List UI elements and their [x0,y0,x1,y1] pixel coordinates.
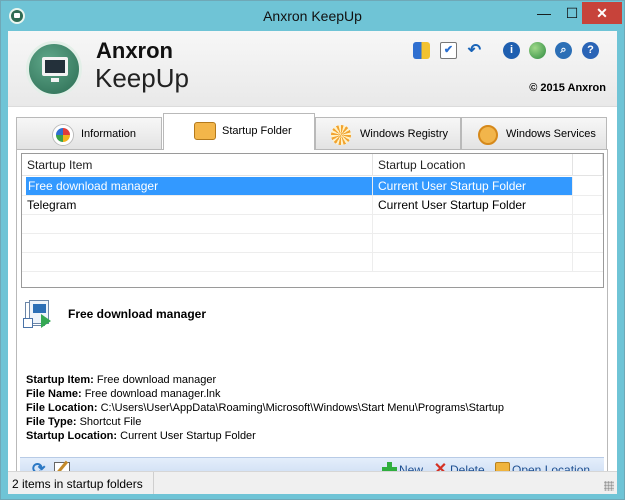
information-icon [53,125,73,145]
tab-information[interactable]: Information [16,117,162,149]
cell-empty [22,234,373,252]
tab-startup-folder[interactable]: Startup Folder [163,113,315,150]
tab-windows-registry[interactable]: Windows Registry [315,117,461,149]
app-header: Anxron KeepUp ✔ ↶ i ⌕ ? © 2015 Anxron [8,31,617,107]
undo-icon[interactable]: ↶ [466,42,483,59]
shield-icon[interactable] [413,42,430,59]
status-bar: 2 items in startup folders [8,471,617,494]
tab-label: Startup Folder [222,125,292,137]
tab-label: Windows Services [506,128,596,140]
cell-empty [373,234,573,252]
detail-value: Shortcut File [79,416,142,428]
detail-startup-item: Startup Item: Free download manager [26,374,216,386]
brand-name: Anxron [96,38,173,63]
tab-label: Information [81,128,137,140]
detail-file-type: File Type: Shortcut File [26,416,141,428]
empty-row [22,234,603,253]
column-header-startup-location[interactable]: Startup Location [373,154,573,176]
shortcut-file-icon [23,300,53,330]
status-text: 2 items in startup folders [12,477,143,491]
info-icon[interactable]: i [503,42,520,59]
folder-icon [194,122,216,140]
cell-empty [22,215,373,233]
tab-panel-startup-folder: Startup Item Startup Location Free downl… [16,149,608,481]
detail-file-name: File Name: Free download manager.lnk [26,388,220,400]
title-bar[interactable]: Anxron KeepUp — ☐ ✕ [1,1,624,31]
startup-items-list[interactable]: Startup Item Startup Location Free downl… [21,153,604,288]
details-title: Free download manager [68,307,207,321]
registry-icon [331,125,351,145]
empty-row [22,215,603,234]
tab-label: Windows Registry [360,128,449,140]
table-row[interactable]: Telegram Current User Startup Folder [22,196,603,215]
search-icon[interactable]: ⌕ [555,42,572,59]
cell-empty [573,177,603,195]
cell-empty [373,215,573,233]
cell-startup-location: Current User Startup Folder [373,177,573,195]
minimize-button[interactable]: — [531,2,557,24]
client-area: Anxron KeepUp ✔ ↶ i ⌕ ? © 2015 Anxron In… [8,31,617,494]
cell-empty [573,196,603,214]
services-icon [478,125,498,145]
detail-value: Current User Startup Folder [120,430,256,442]
list-header: Startup Item Startup Location [22,154,603,176]
cell-startup-item: Free download manager [26,177,373,195]
cell-startup-item: Telegram [22,196,373,214]
detail-value: Free download manager.lnk [84,388,221,400]
globe-icon[interactable] [529,42,546,59]
checklist-icon[interactable]: ✔ [440,42,457,59]
detail-value: Free download manager [96,374,217,386]
cell-startup-location: Current User Startup Folder [373,196,573,214]
detail-label: Startup Location: [26,430,118,442]
detail-value: C:\Users\User\AppData\Roaming\Microsoft\… [100,402,505,414]
resize-grip-icon[interactable] [604,481,614,491]
logo-monitor-icon [26,41,82,97]
tab-windows-services[interactable]: Windows Services [461,117,607,149]
table-row[interactable]: Free download manager Current User Start… [22,177,603,196]
detail-label: File Type: [26,416,77,428]
detail-label: File Name: [26,388,82,400]
detail-label: Startup Item: [26,374,94,386]
detail-label: File Location: [26,402,98,414]
close-button[interactable]: ✕ [582,2,622,24]
brand-product: KeepUp [95,63,189,93]
detail-startup-location: Startup Location: Current User Startup F… [26,430,256,442]
tab-strip: Information Startup Folder Windows Regis… [16,113,608,150]
detail-file-location: File Location: C:\Users\User\AppData\Roa… [26,402,504,414]
help-icon[interactable]: ? [582,42,599,59]
cell-empty [22,253,373,271]
cell-empty [373,253,573,271]
column-header-filler [573,154,603,176]
main-window: Anxron KeepUp — ☐ ✕ Anxron KeepUp ✔ ↶ i … [0,0,625,500]
column-header-startup-item[interactable]: Startup Item [22,154,373,176]
copyright-text: © 2015 Anxron [529,82,606,94]
empty-row [22,253,603,272]
